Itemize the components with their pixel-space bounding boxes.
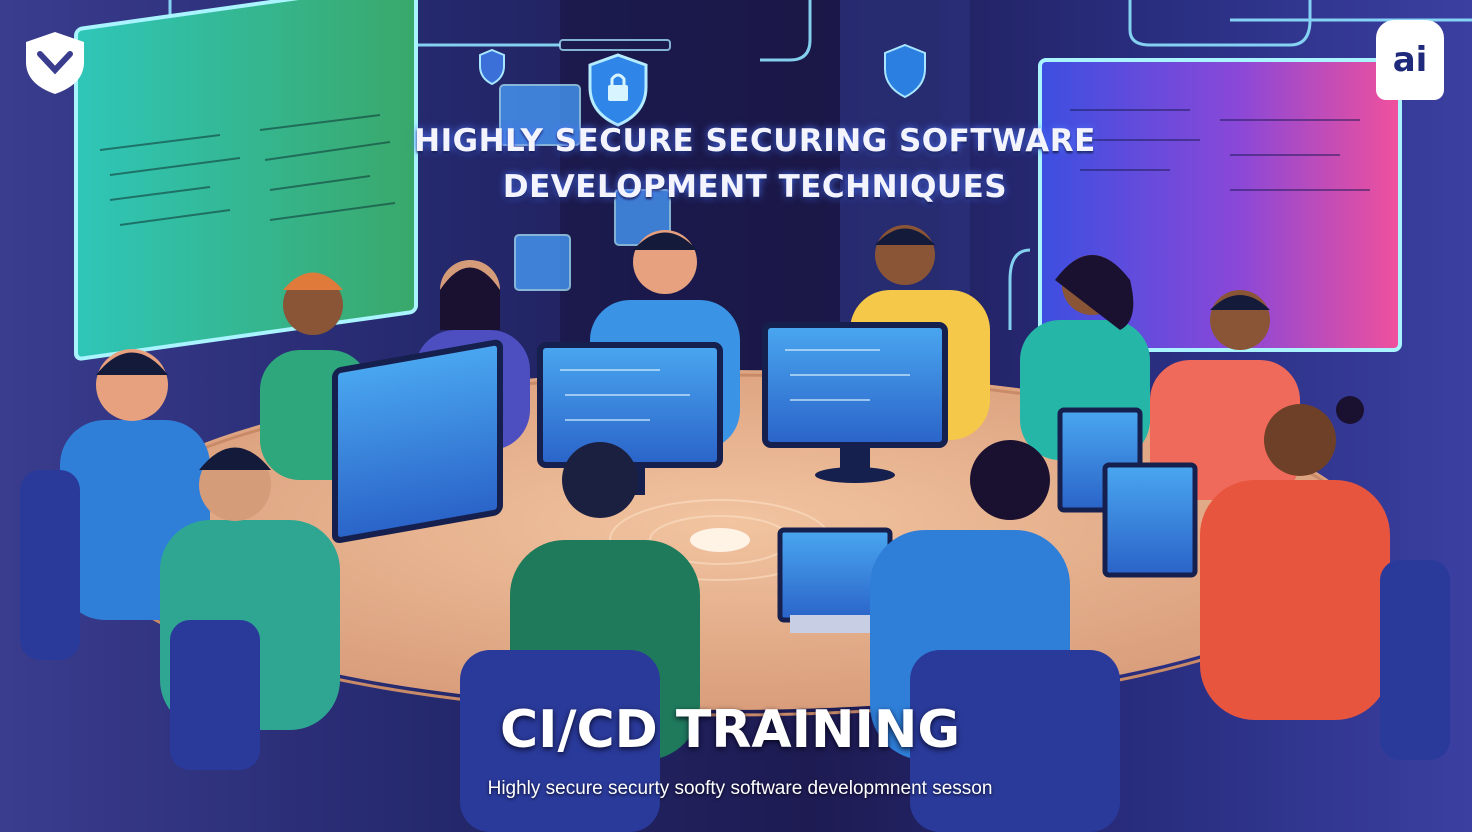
shield-logo-icon (22, 30, 88, 96)
monitor (332, 339, 503, 544)
training-title: CI/CD TRAINING (499, 700, 961, 760)
headline-line-2: DEVELOPMENT TECHNIQUES (502, 169, 1008, 205)
laptop (1102, 462, 1198, 578)
table-center-logo (690, 528, 750, 552)
shield-icon (479, 48, 505, 86)
ai-badge-text: ai (1392, 40, 1428, 80)
headline: HIGHLY SECURE SECURING SOFTWARE DEVELOPM… (330, 118, 1180, 210)
training-subtitle: Highly secure securty soofty software de… (487, 778, 993, 799)
headline-line-1: HIGHLY SECURE SECURING SOFTWARE (414, 123, 1096, 159)
illustration-scene: ai HIGHLY SECURE SECURING SOFTWARE DEVEL… (0, 0, 1472, 832)
ai-badge-icon: ai (1376, 20, 1444, 100)
